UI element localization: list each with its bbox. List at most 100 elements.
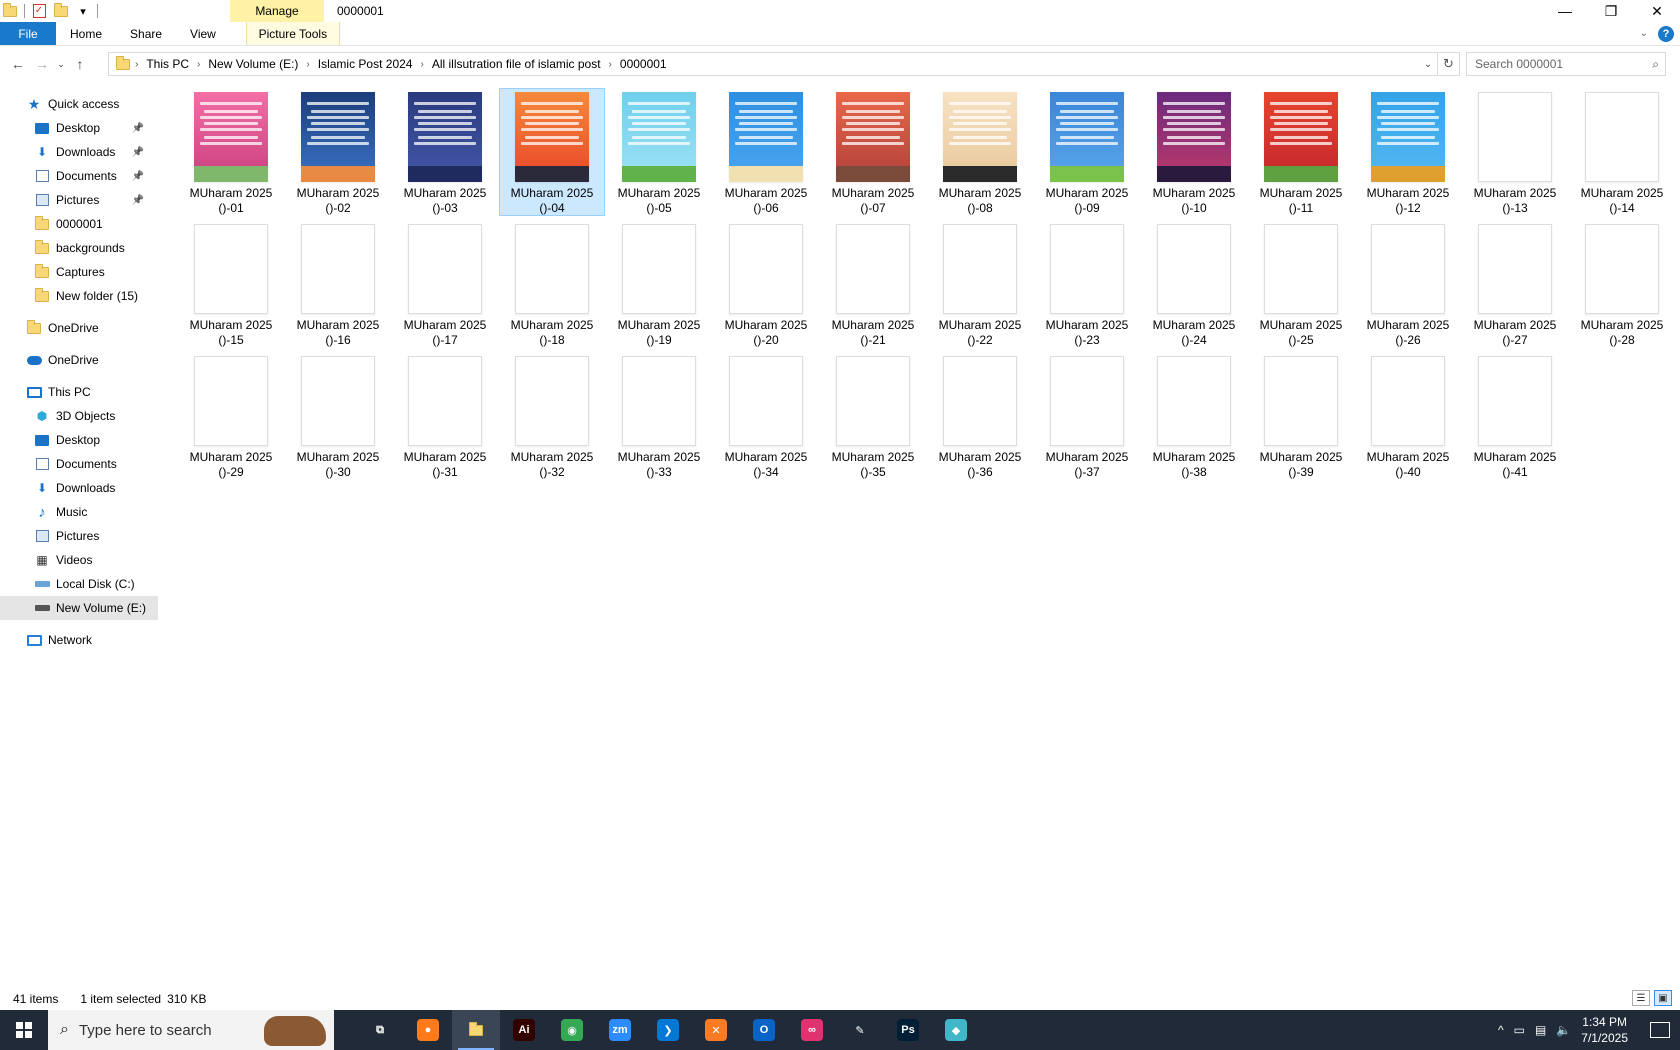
breadcrumb-current-folder[interactable]: 0000001	[614, 57, 673, 71]
nav-pc-item[interactable]: Local Disk (C:)	[0, 572, 158, 596]
clock[interactable]: 1:34 PM 7/1/2025	[1581, 1014, 1628, 1046]
nav-pc-item[interactable]: New Volume (E:)	[0, 596, 158, 620]
breadcrumb-islamic-post[interactable]: Islamic Post 2024	[312, 57, 419, 71]
nav-pc-item[interactable]: ♪ Music	[0, 500, 158, 524]
properties-icon[interactable]: ✓	[31, 3, 47, 19]
file-item[interactable]: MUharam 2025 ()-21	[820, 220, 926, 348]
address-bar[interactable]: › This PC › New Volume (E:) › Islamic Po…	[108, 52, 1438, 76]
nav-pc-item[interactable]: ⬇ Downloads	[0, 476, 158, 500]
zoom-icon[interactable]: zm	[596, 1010, 644, 1050]
file-item[interactable]: MUharam 2025 ()-19	[606, 220, 712, 348]
file-item[interactable]: MUharam 2025 ()-37	[1034, 352, 1140, 480]
vscode-icon[interactable]: ❯	[644, 1010, 692, 1050]
outlook-icon[interactable]: O	[740, 1010, 788, 1050]
file-item[interactable]: MUharam 2025 ()-18	[499, 220, 605, 348]
nav-quick-item[interactable]: Captures	[0, 260, 158, 284]
file-explorer-icon[interactable]	[452, 1010, 500, 1050]
file-item[interactable]: MUharam 2025 ()-26	[1355, 220, 1461, 348]
file-item[interactable]: MUharam 2025 ()-09	[1034, 88, 1140, 216]
close-button[interactable]: ✕	[1634, 0, 1680, 22]
file-item[interactable]: MUharam 2025 ()-35	[820, 352, 926, 480]
start-button[interactable]	[0, 1010, 48, 1050]
breadcrumb-chevron-icon[interactable]: ›	[133, 59, 140, 70]
breadcrumb-chevron-icon[interactable]: ›	[607, 59, 614, 70]
folder-icon[interactable]	[2, 2, 18, 19]
tab-share[interactable]: Share	[116, 22, 176, 45]
manage-contextual-tab[interactable]: Manage	[230, 0, 324, 22]
nav-quick-item[interactable]: Documents 📌	[0, 164, 158, 188]
file-item[interactable]: MUharam 2025 ()-14	[1569, 88, 1675, 216]
file-item[interactable]: MUharam 2025 ()-05	[606, 88, 712, 216]
restore-button[interactable]: ❐	[1588, 0, 1634, 22]
file-item[interactable]: MUharam 2025 ()-30	[285, 352, 391, 480]
file-item[interactable]: MUharam 2025 ()-25	[1248, 220, 1354, 348]
nav-quick-item[interactable]: 0000001	[0, 212, 158, 236]
search-box[interactable]: ⌕	[1466, 52, 1666, 76]
file-item[interactable]: MUharam 2025 ()-17	[392, 220, 498, 348]
nav-pc-item[interactable]: Documents	[0, 452, 158, 476]
file-item[interactable]: MUharam 2025 ()-36	[927, 352, 1033, 480]
breadcrumb-illustration-folder[interactable]: All illsutration file of islamic post	[426, 57, 607, 71]
file-item[interactable]: MUharam 2025 ()-11	[1248, 88, 1354, 216]
up-arrow-icon[interactable]: ↑	[68, 52, 92, 76]
tab-picture-tools[interactable]: Picture Tools	[245, 22, 340, 45]
nav-pc-item[interactable]: ▦ Videos	[0, 548, 158, 572]
nav-network[interactable]: Network	[0, 628, 158, 652]
file-item[interactable]: MUharam 2025 ()-28	[1569, 220, 1675, 348]
help-icon[interactable]: ?	[1658, 25, 1674, 42]
file-item[interactable]: MUharam 2025 ()-29	[178, 352, 284, 480]
file-item[interactable]: MUharam 2025 ()-01	[178, 88, 284, 216]
tab-file[interactable]: File	[0, 22, 56, 45]
file-item[interactable]: MUharam 2025 ()-33	[606, 352, 712, 480]
file-item[interactable]: MUharam 2025 ()-31	[392, 352, 498, 480]
nav-quick-item[interactable]: New folder (15)	[0, 284, 158, 308]
task-view-icon[interactable]: ⧉	[356, 1010, 404, 1050]
file-item[interactable]: MUharam 2025 ()-06	[713, 88, 819, 216]
nav-quick-item[interactable]: Desktop 📌	[0, 116, 158, 140]
breadcrumb-chevron-icon[interactable]: ›	[195, 59, 202, 70]
file-item[interactable]: MUharam 2025 ()-04	[499, 88, 605, 216]
file-item[interactable]: MUharam 2025 ()-32	[499, 352, 605, 480]
nav-quick-item[interactable]: backgrounds	[0, 236, 158, 260]
photoshop-icon[interactable]: Ps	[884, 1010, 932, 1050]
illustrator-icon[interactable]: Ai	[500, 1010, 548, 1050]
file-item[interactable]: MUharam 2025 ()-39	[1248, 352, 1354, 480]
nav-this-pc[interactable]: This PC	[0, 380, 158, 404]
breadcrumb-chevron-icon[interactable]: ›	[304, 59, 311, 70]
file-item[interactable]: MUharam 2025 ()-03	[392, 88, 498, 216]
file-item[interactable]: MUharam 2025 ()-07	[820, 88, 926, 216]
nav-onedrive-cloud[interactable]: OneDrive	[0, 348, 158, 372]
file-item[interactable]: MUharam 2025 ()-10	[1141, 88, 1247, 216]
customize-toolbar-chevron-icon[interactable]: ▾	[75, 3, 91, 19]
tab-view[interactable]: View	[176, 22, 230, 45]
file-item[interactable]: MUharam 2025 ()-24	[1141, 220, 1247, 348]
file-item[interactable]: MUharam 2025 ()-34	[713, 352, 819, 480]
breadcrumb-this-pc[interactable]: This PC	[140, 57, 195, 71]
file-item[interactable]: MUharam 2025 ()-41	[1462, 352, 1568, 480]
show-hidden-icons-chevron-icon[interactable]: ^	[1498, 1023, 1504, 1037]
back-arrow-icon[interactable]: ←	[6, 52, 30, 76]
app-icon[interactable]: ◆	[932, 1010, 980, 1050]
breadcrumb-new-volume[interactable]: New Volume (E:)	[202, 57, 304, 71]
new-folder-icon[interactable]	[53, 2, 69, 19]
file-item[interactable]: MUharam 2025 ()-13	[1462, 88, 1568, 216]
file-item[interactable]: MUharam 2025 ()-20	[713, 220, 819, 348]
file-item[interactable]: MUharam 2025 ()-15	[178, 220, 284, 348]
taskbar-search-box[interactable]: ⌕ Type here to search	[48, 1010, 334, 1050]
nav-onedrive-folder[interactable]: OneDrive	[0, 316, 158, 340]
firefox-icon[interactable]: ●	[404, 1010, 452, 1050]
tab-home[interactable]: Home	[56, 22, 116, 45]
file-item[interactable]: MUharam 2025 ()-12	[1355, 88, 1461, 216]
notifications-icon[interactable]	[1650, 1022, 1670, 1038]
file-item[interactable]: MUharam 2025 ()-02	[285, 88, 391, 216]
search-input[interactable]	[1475, 57, 1635, 71]
nav-quick-access[interactable]: ★ Quick access	[0, 92, 158, 116]
xampp-icon[interactable]: ✕	[692, 1010, 740, 1050]
nav-pc-item[interactable]: Desktop	[0, 428, 158, 452]
file-item[interactable]: MUharam 2025 ()-08	[927, 88, 1033, 216]
nav-pc-item[interactable]: Pictures	[0, 524, 158, 548]
forward-arrow-icon[interactable]: →	[30, 52, 54, 76]
details-view-button[interactable]: ☰	[1632, 990, 1650, 1006]
creative-cloud-icon[interactable]: ∞	[788, 1010, 836, 1050]
file-item[interactable]: MUharam 2025 ()-16	[285, 220, 391, 348]
